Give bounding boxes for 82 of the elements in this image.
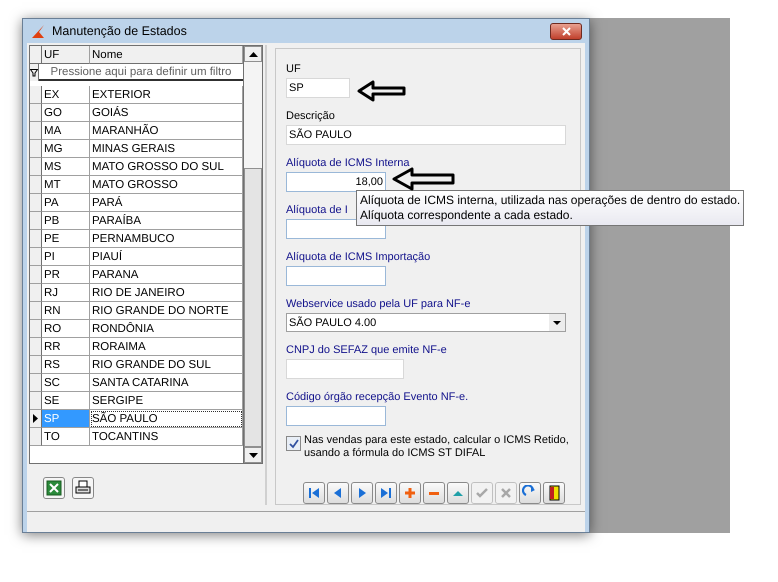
- export-button[interactable]: [43, 477, 65, 499]
- input-field[interactable]: [286, 359, 404, 379]
- table-cell[interactable]: PI: [42, 248, 90, 266]
- row-indicator-cell[interactable]: [30, 158, 42, 176]
- input-field[interactable]: SP: [286, 78, 350, 98]
- annotation-arrow: [392, 167, 456, 191]
- close-icon: [562, 26, 570, 36]
- row-indicator-cell[interactable]: [30, 122, 42, 140]
- dropdown[interactable]: SÃO PAULO 4.00: [286, 313, 566, 332]
- close-button[interactable]: [550, 22, 582, 40]
- tooltip-text: Alíquota de ICMS interna, utilizada nas operações de dentro do estado.: [360, 193, 740, 208]
- row-indicator-cell[interactable]: [30, 140, 42, 158]
- table-cell[interactable]: RR: [42, 338, 90, 356]
- annotation-arrow: [357, 80, 407, 102]
- printer-icon: [75, 480, 91, 496]
- scrollbar[interactable]: [243, 46, 262, 463]
- spreadsheet-icon: [46, 480, 62, 496]
- field-label: Alíquota de ICMS Interna: [286, 157, 410, 169]
- input-field[interactable]: [286, 266, 386, 286]
- row-indicator-cell[interactable]: [30, 194, 42, 212]
- table-cell[interactable]: PB: [42, 212, 90, 230]
- table-cell[interactable]: PE: [42, 230, 90, 248]
- input-field[interactable]: 18,00: [286, 172, 386, 192]
- row-indicator-cell[interactable]: [30, 356, 42, 374]
- row-indicator-cell[interactable]: [30, 266, 42, 284]
- table-cell[interactable]: MT: [42, 176, 90, 194]
- first-record-icon: [306, 485, 322, 501]
- row-indicator-cell[interactable]: [30, 392, 42, 410]
- table-cell[interactable]: PR: [42, 266, 90, 284]
- field-label: CNPJ do SEFAZ que emite NF-e: [286, 344, 447, 356]
- window-title: Manutenção de Estados: [52, 24, 188, 38]
- table-cell[interactable]: RO: [42, 320, 90, 338]
- toolbar-button[interactable]: [543, 482, 565, 504]
- row-indicator-cell[interactable]: [30, 212, 42, 230]
- table-cell[interactable]: GO: [42, 104, 90, 122]
- checkbox[interactable]: [286, 436, 301, 451]
- row-indicator-cell[interactable]: [30, 248, 42, 266]
- input-field[interactable]: SÃO PAULO: [286, 125, 566, 145]
- row-indicator-cell[interactable]: [30, 374, 42, 392]
- check-icon: [288, 438, 298, 448]
- row-indicator-cell[interactable]: [30, 230, 42, 248]
- row-indicator-cell[interactable]: [30, 320, 42, 338]
- table-cell[interactable]: RN: [42, 302, 90, 320]
- checkbox-label: Nas vendas para este estado, calcular o ICMS Retido, usando a fórmula do ICMS ST DIFAL: [304, 434, 570, 460]
- print-button[interactable]: [72, 477, 94, 499]
- table-cell[interactable]: RS: [42, 356, 90, 374]
- field-label: Alíquota de ICMS Importação: [286, 251, 430, 263]
- table-cell[interactable]: TO: [42, 428, 90, 446]
- row-indicator-cell[interactable]: [30, 176, 42, 194]
- row-indicator-cell[interactable]: [30, 86, 42, 104]
- field-label: Webservice usado pela UF para NF-e: [286, 298, 470, 310]
- filter-row[interactable]: Pressione aqui para definir um filtro: [39, 64, 243, 81]
- table-cell[interactable]: MA: [42, 122, 90, 140]
- tooltip-text: Alíquota correspondente a cada estado.: [360, 208, 574, 223]
- row-indicator-cell[interactable]: [30, 338, 42, 356]
- field-label: UF: [286, 63, 301, 75]
- last-record-icon: [378, 485, 394, 501]
- row-indicator-cell[interactable]: [30, 410, 42, 428]
- column-header[interactable]: UF: [42, 46, 90, 64]
- row-indicator-cell[interactable]: [30, 284, 42, 302]
- field-label: Código órgão recepção Evento NF-e.: [286, 391, 468, 403]
- plus-icon: [402, 485, 418, 501]
- dropdown-value: SÃO PAULO 4.00: [289, 316, 376, 328]
- row-indicator-cell[interactable]: [30, 302, 42, 320]
- table-cell[interactable]: RJ: [42, 284, 90, 302]
- up-arrow-icon: [248, 52, 258, 56]
- row-indicator-cell[interactable]: [30, 104, 42, 122]
- filter-icon: [30, 68, 38, 76]
- field-label: Alíquota de I: [286, 204, 348, 216]
- table-cell[interactable]: PA: [42, 194, 90, 212]
- row-indicator-cell[interactable]: [30, 428, 42, 446]
- table-cell[interactable]: MS: [42, 158, 90, 176]
- table-cell[interactable]: MG: [42, 140, 90, 158]
- column-header[interactable]: Nome: [90, 46, 243, 64]
- row-pointer-icon: [33, 414, 38, 423]
- table-cell[interactable]: EX: [42, 86, 90, 104]
- table-cell[interactable]: SC: [42, 374, 90, 392]
- input-field[interactable]: [286, 406, 386, 426]
- minus-icon: [429, 492, 439, 494]
- table-cell[interactable]: SÃO PAULO: [90, 410, 243, 428]
- field-label: Descrição: [286, 110, 335, 122]
- down-arrow-icon: [248, 452, 258, 458]
